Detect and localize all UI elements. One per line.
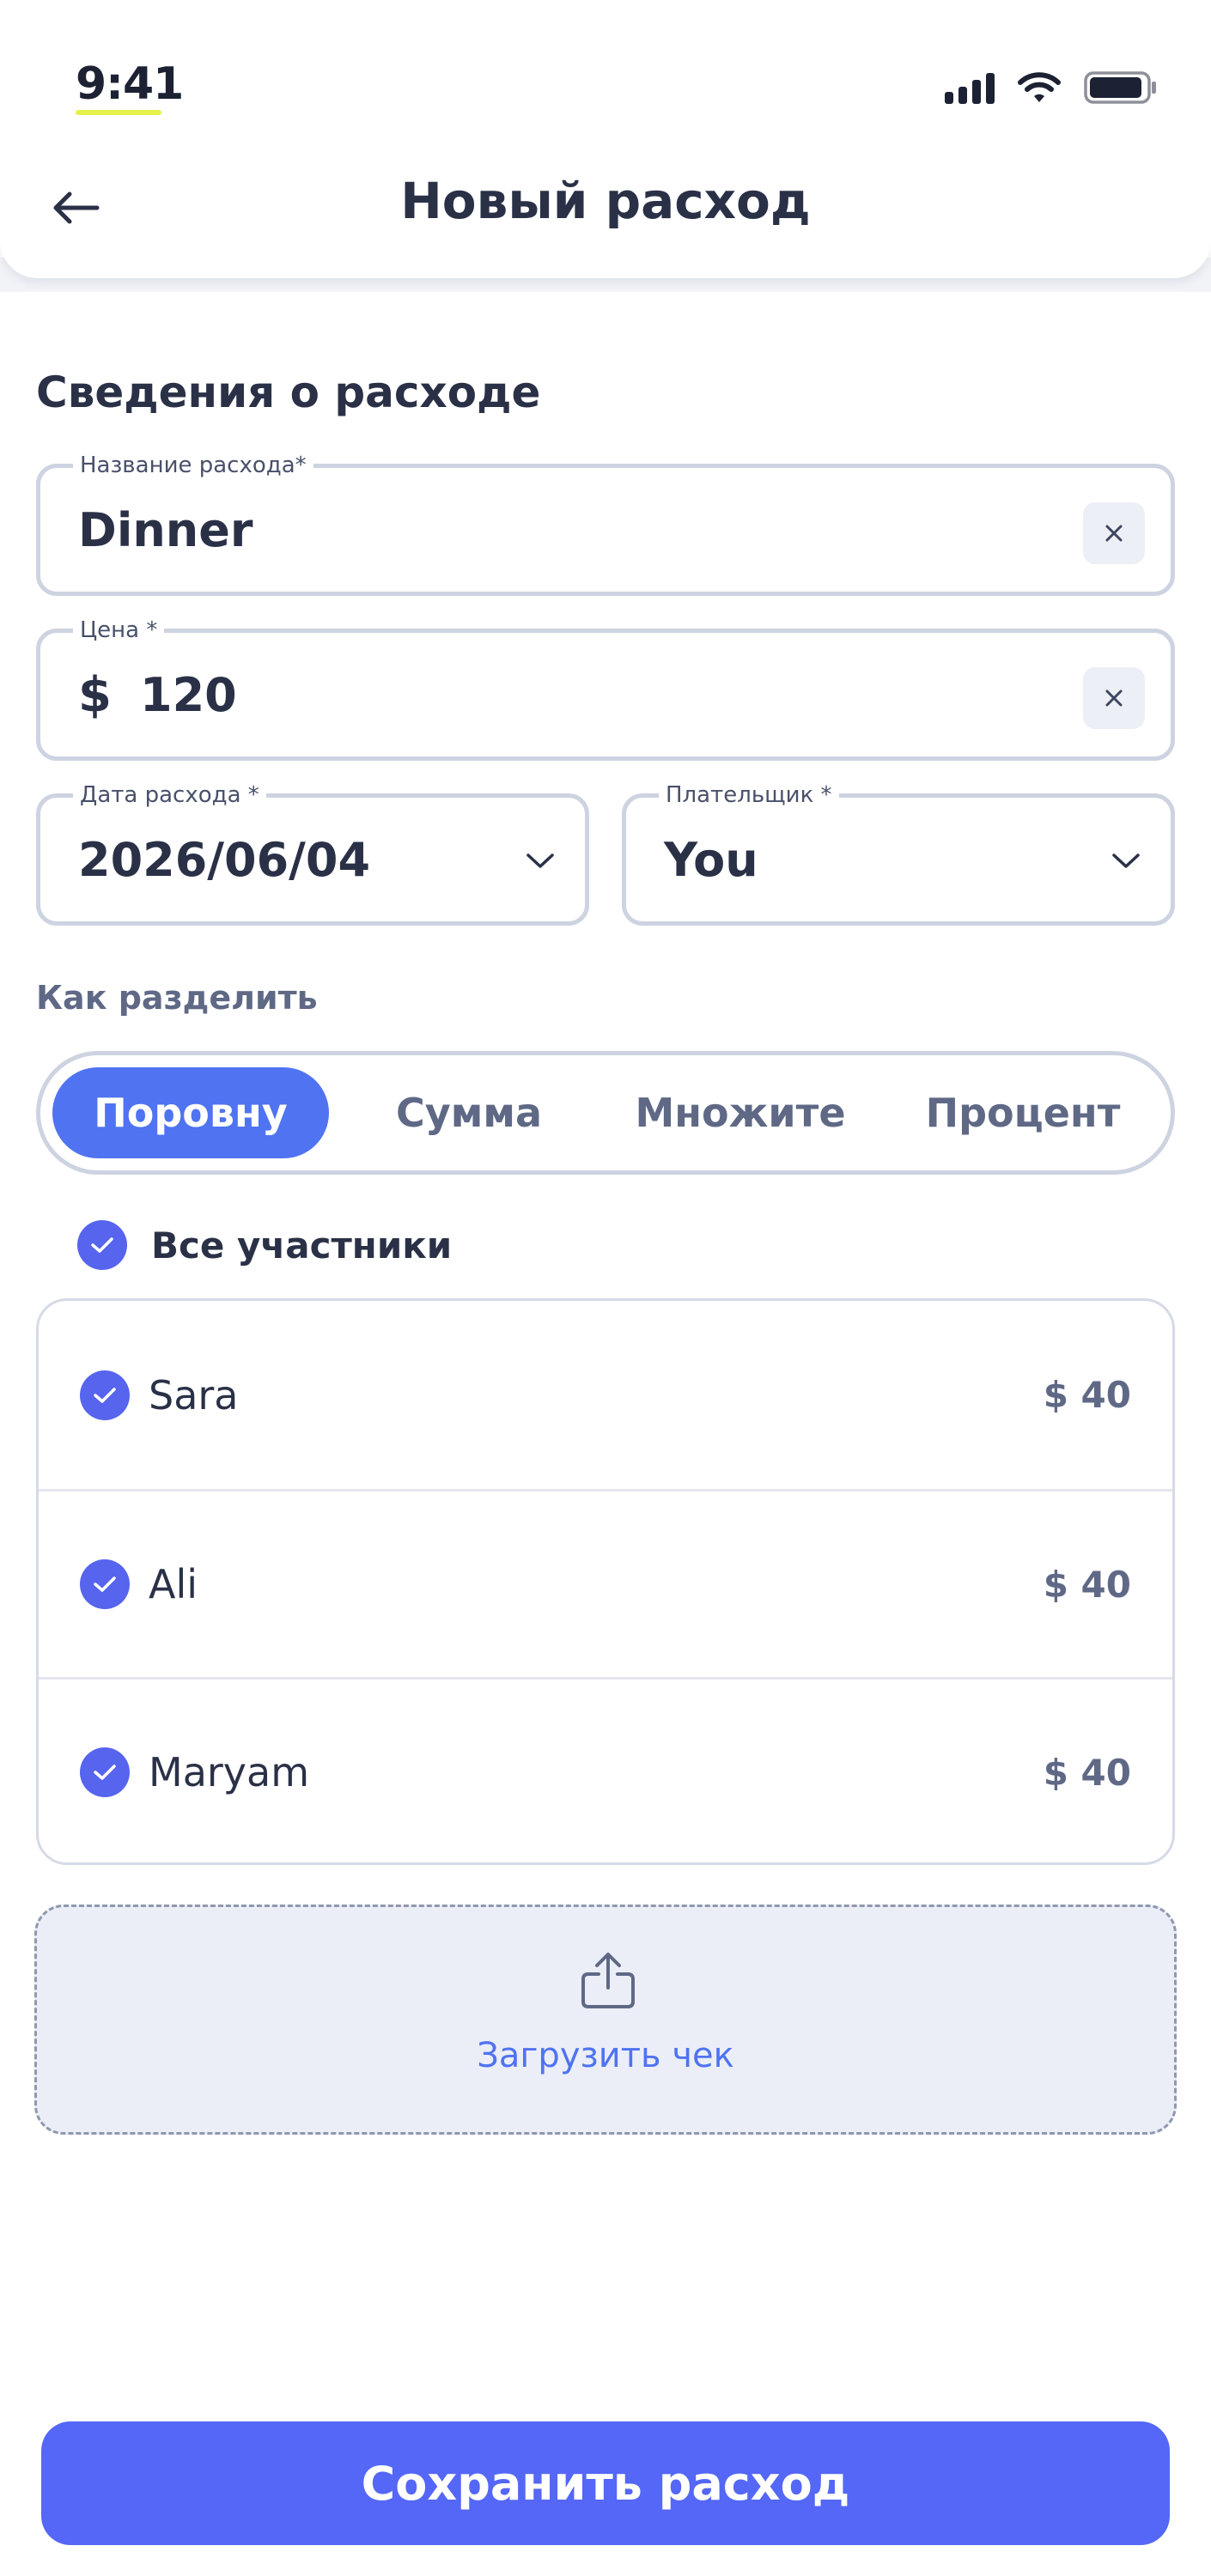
payer-value: You — [664, 833, 758, 887]
close-icon — [1105, 690, 1123, 707]
all-participants-label: Все участники — [151, 1224, 453, 1267]
expense-name-field[interactable]: Название расхода* Dinner — [36, 453, 1175, 596]
expense-name-value[interactable]: Dinner — [78, 501, 253, 561]
price-value[interactable]: 120 — [140, 665, 237, 726]
chevron-down-icon — [1107, 842, 1145, 880]
all-participants-toggle[interactable]: Все участники — [77, 1219, 452, 1271]
cellular-signal-icon — [945, 71, 995, 104]
new-expense-screen: 9:41 Новый расход Сведения о расходе Наз… — [0, 0, 1211, 2576]
participant-row-maryam[interactable]: Maryam $ 40 — [39, 1677, 1172, 1862]
wifi-icon — [1018, 72, 1061, 102]
status-icons — [945, 65, 1158, 110]
upload-receipt-label: Загрузить чек — [477, 2036, 734, 2075]
participant-name: Ali — [149, 1561, 198, 1607]
payer-label: Плательщик * — [659, 782, 839, 808]
split-option-equal[interactable]: Поровну — [52, 1067, 329, 1158]
battery-icon — [1084, 71, 1156, 104]
checkbox-checked-icon[interactable] — [77, 1220, 127, 1270]
save-expense-button[interactable]: Сохранить расход — [41, 2421, 1170, 2545]
participants-list: Sara $ 40 Ali $ 40 Maryam $ 40 — [36, 1298, 1175, 1865]
price-field[interactable]: Цена * $ 120 — [36, 617, 1175, 761]
split-method-segmented-control: Поровну Сумма Множите Процент — [36, 1051, 1175, 1175]
page-title: Новый расход — [400, 172, 811, 230]
share-upload-icon — [581, 1953, 635, 2008]
time-highlight — [76, 110, 161, 115]
participant-name: Sara — [149, 1371, 239, 1419]
split-option-amount[interactable]: Сумма — [344, 1067, 593, 1158]
section-title: Сведения о расходе — [36, 368, 541, 417]
header-panel: 9:41 Новый расход — [0, 0, 1211, 278]
checkbox-checked-icon[interactable] — [80, 1559, 130, 1609]
currency-symbol: $ — [78, 667, 112, 723]
chevron-down-icon — [521, 842, 559, 880]
clear-name-button[interactable] — [1083, 502, 1145, 564]
participant-name: Maryam — [149, 1749, 310, 1795]
split-method-label: Как разделить — [36, 979, 318, 1017]
status-time: 9:41 — [76, 58, 184, 110]
participant-amount: $ 40 — [1043, 1751, 1131, 1794]
upload-receipt-dropzone[interactable]: Загрузить чек — [34, 1905, 1177, 2135]
checkbox-checked-icon[interactable] — [80, 1370, 130, 1420]
participant-amount: $ 40 — [1043, 1374, 1131, 1416]
participant-amount: $ 40 — [1043, 1563, 1131, 1606]
participant-row-ali[interactable]: Ali $ 40 — [39, 1489, 1172, 1677]
expense-date-label: Дата расхода * — [73, 782, 266, 808]
expense-name-label: Название расхода* — [73, 453, 313, 478]
split-option-percent[interactable]: Процент — [887, 1067, 1159, 1158]
close-icon — [1105, 525, 1123, 542]
checkbox-checked-icon[interactable] — [80, 1747, 130, 1797]
participant-row-sara[interactable]: Sara $ 40 — [39, 1301, 1172, 1489]
expense-date-value: 2026/06/04 — [78, 833, 371, 887]
expense-date-select[interactable]: Дата расхода * 2026/06/04 — [36, 782, 589, 926]
price-label: Цена * — [73, 617, 165, 643]
clear-price-button[interactable] — [1083, 667, 1145, 729]
payer-select[interactable]: Плательщик * You — [622, 782, 1175, 926]
split-option-multiply[interactable]: Множите — [607, 1067, 873, 1158]
